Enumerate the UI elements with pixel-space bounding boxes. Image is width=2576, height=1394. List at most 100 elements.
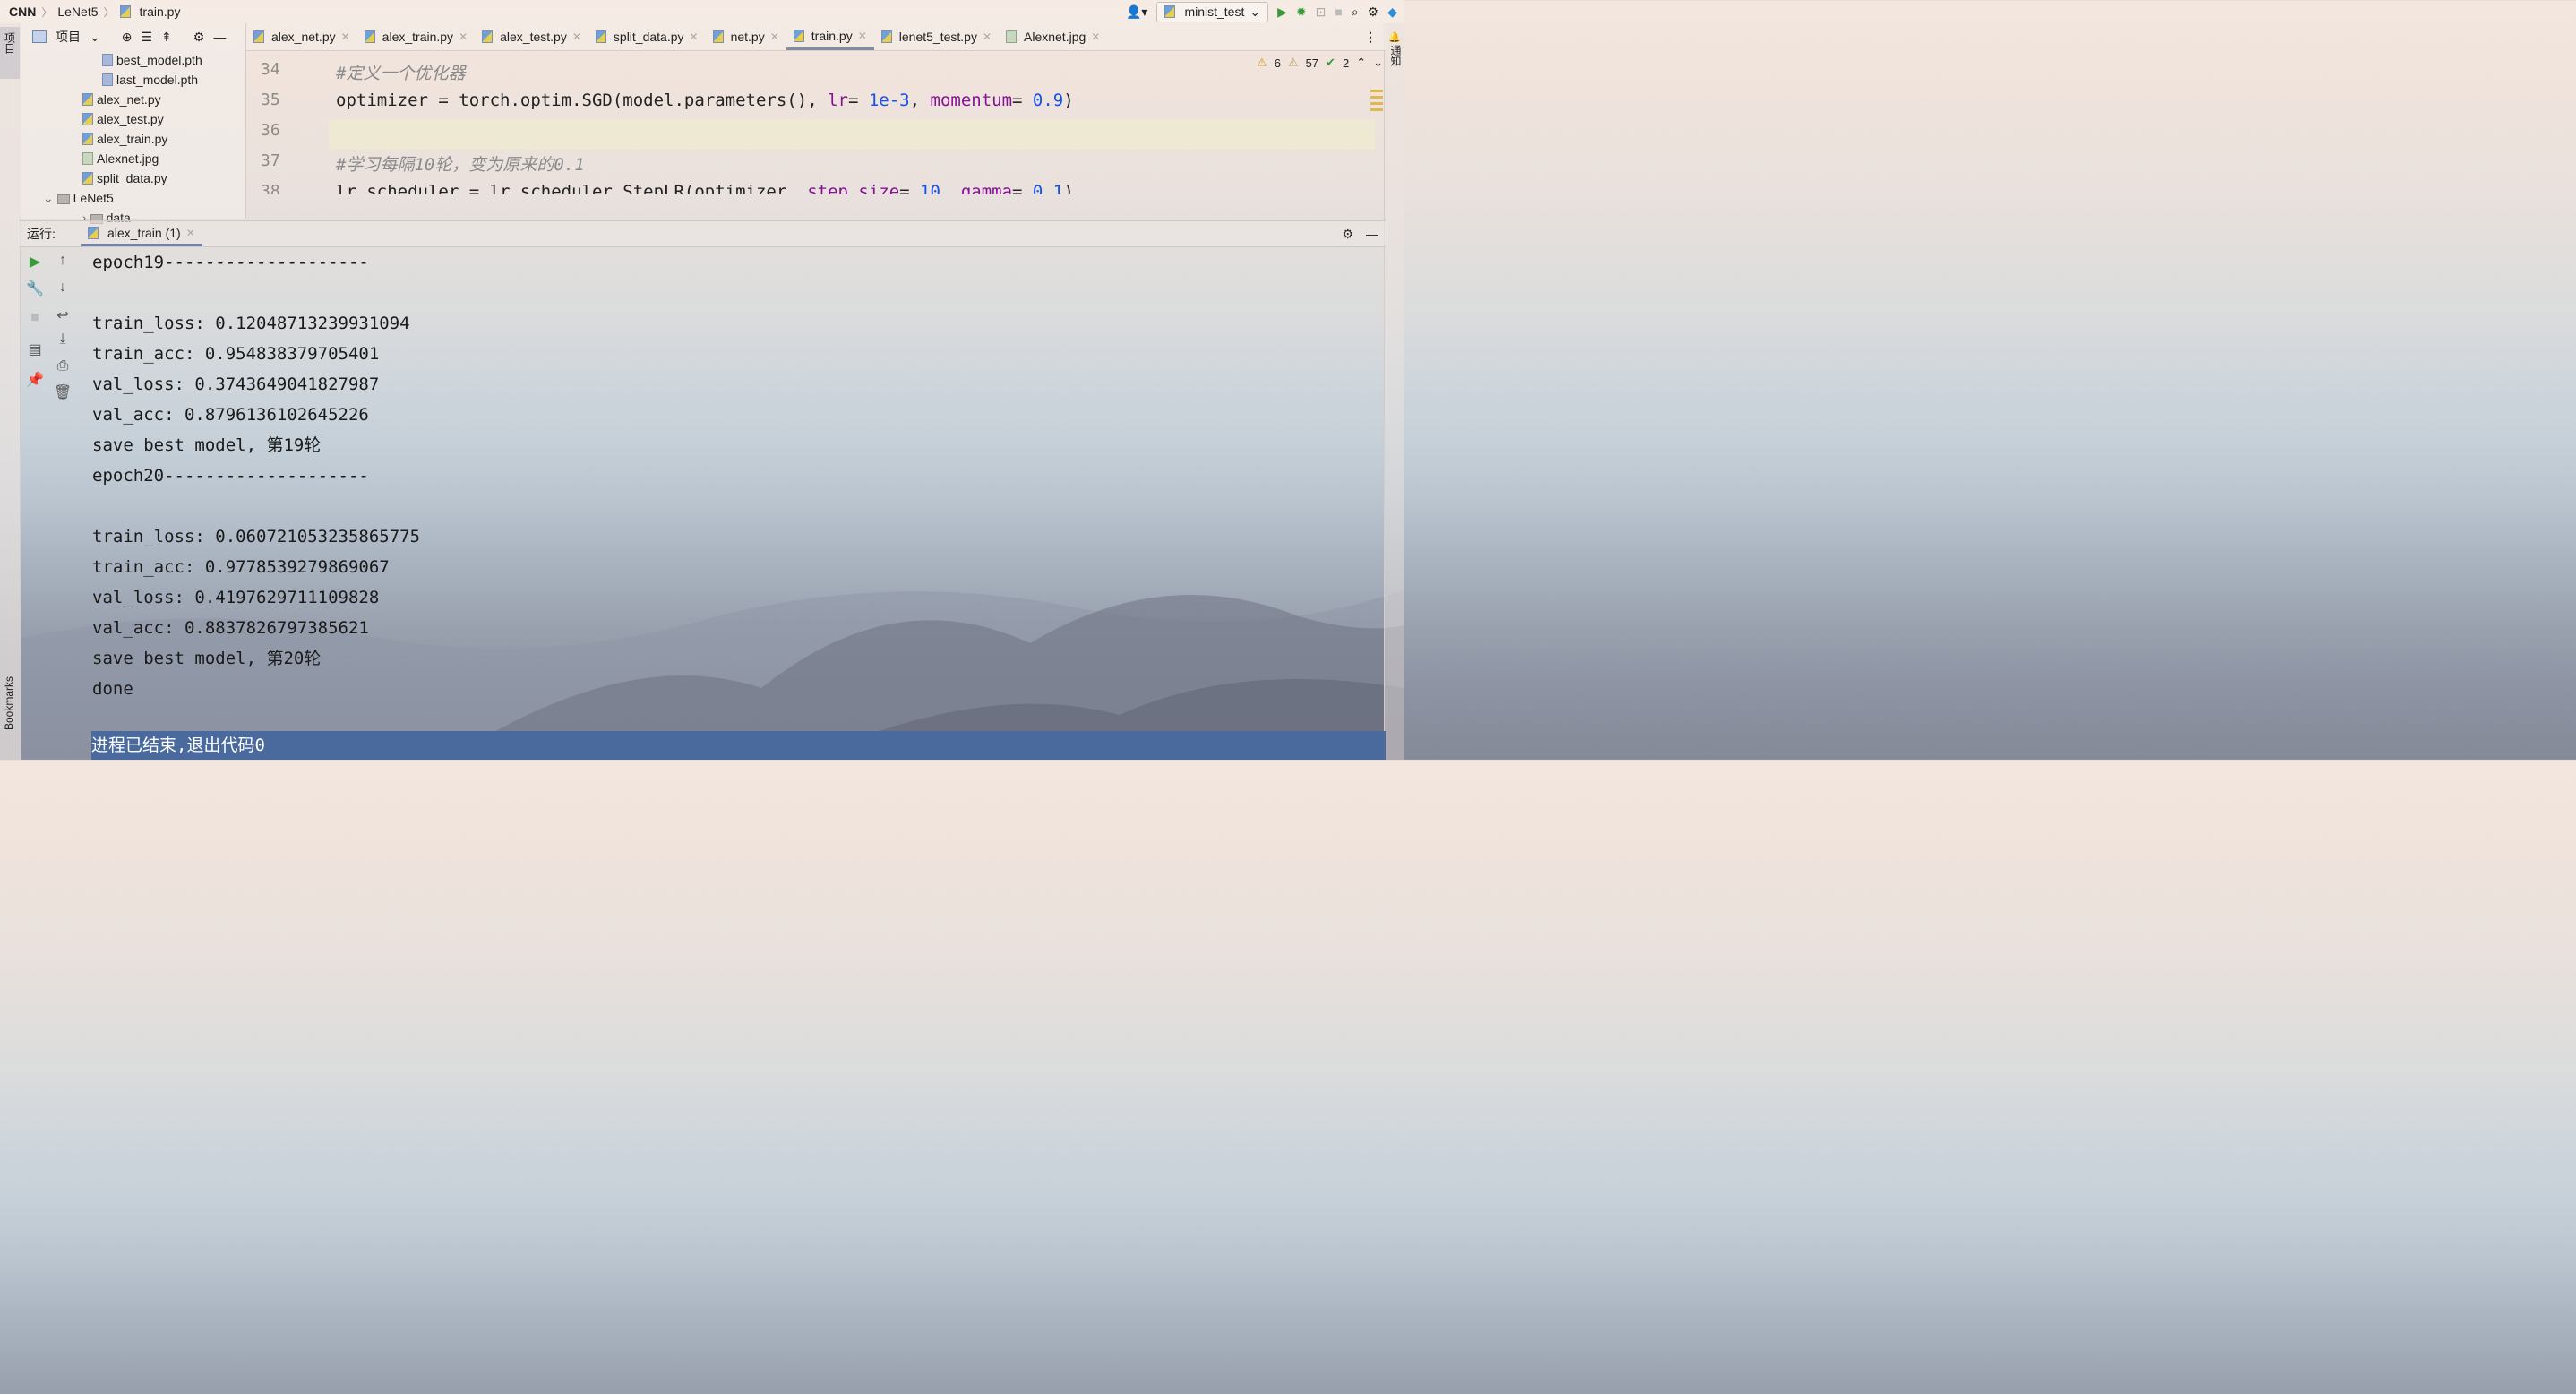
tree-item[interactable]: ⌄ LeNet5: [20, 188, 245, 208]
file-icon: [102, 73, 113, 86]
tree-item[interactable]: last_model.pth: [20, 70, 245, 90]
run-tab[interactable]: alex_train (1) ✕: [81, 221, 202, 246]
editor-tab[interactable]: Alexnet.jpg ✕: [999, 23, 1107, 50]
python-file-icon: [253, 30, 264, 43]
project-tool-tab[interactable]: 项目: [0, 27, 20, 79]
breadcrumb: CNN 〉 LeNet5 〉 train.py: [0, 4, 180, 20]
python-file-icon: [1164, 5, 1176, 18]
console-line: val_acc: 0.8796136102645226: [92, 405, 369, 425]
tree-item[interactable]: alex_train.py: [20, 129, 245, 149]
run-config-selector[interactable]: minist_test ⌄: [1156, 1, 1269, 22]
close-icon[interactable]: ✕: [858, 30, 867, 42]
close-icon[interactable]: ✕: [186, 227, 195, 239]
stop-icon[interactable]: ■: [30, 310, 39, 340]
console-line: train_loss: 0.12048713239931094: [92, 314, 410, 333]
code-line[interactable]: lr_scheduler = lr_scheduler.StepLR(optim…: [336, 182, 1074, 194]
tree-item[interactable]: alex_net.py: [20, 90, 245, 109]
python-file-icon: [482, 30, 494, 43]
editor-tab[interactable]: alex_net.py ✕: [246, 23, 357, 50]
file-icon: [102, 54, 113, 66]
coverage-icon[interactable]: ⊡: [1316, 4, 1327, 20]
more-tabs-icon[interactable]: ⋮: [1364, 30, 1386, 45]
expand-all-icon[interactable]: ☰: [141, 30, 152, 45]
close-icon[interactable]: ✕: [459, 30, 468, 43]
editor-tab-label: alex_test.py: [500, 30, 567, 44]
bookmarks-tool-tab[interactable]: Bookmarks: [3, 676, 15, 735]
console-output[interactable]: epoch19-------------------- train_loss: 0…: [92, 247, 420, 704]
editor-tab[interactable]: lenet5_test.py ✕: [874, 23, 999, 50]
tree-item-label: split_data.py: [97, 171, 167, 185]
image-file-icon: [1006, 30, 1017, 43]
project-panel: 项目 ⌄ ⊕ ☰ ⇞ ⚙ — best_model.pth last_model.…: [20, 23, 246, 225]
close-icon[interactable]: ✕: [770, 30, 779, 43]
image-file-icon: [82, 152, 93, 165]
close-icon[interactable]: ✕: [690, 30, 699, 43]
plugin-icon[interactable]: ◆: [1387, 4, 1397, 20]
user-icon[interactable]: 👤▾: [1126, 4, 1147, 20]
code-line[interactable]: optimizer = torch.optim.SGD(model.parame…: [336, 90, 1074, 110]
current-line-highlight: [329, 119, 1375, 150]
line-number: 34: [261, 60, 280, 79]
project-panel-icon: [32, 30, 47, 43]
chevron-down-icon[interactable]: ⌄: [43, 191, 57, 205]
pin-icon[interactable]: 📌: [26, 371, 44, 401]
run-icon[interactable]: ▶: [1277, 4, 1287, 20]
editor-tab-bar: alex_net.py ✕ alex_train.py ✕ alex_test.py ✕ s…: [246, 23, 1386, 51]
soft-wrap-icon[interactable]: ↩: [56, 306, 68, 331]
line-number: 35: [261, 90, 280, 109]
code-line[interactable]: #定义一个优化器: [336, 60, 465, 84]
console-line: save best model, 第20轮: [92, 649, 322, 668]
python-file-icon: [880, 30, 892, 43]
stop-icon[interactable]: ■: [1335, 4, 1342, 19]
breadcrumb-file[interactable]: train.py: [140, 4, 181, 19]
close-icon[interactable]: ✕: [341, 30, 350, 43]
breadcrumb-project[interactable]: CNN: [9, 4, 36, 19]
notifications-tool-tab-label: 通知: [1389, 45, 1402, 66]
trash-icon[interactable]: 🗑: [54, 383, 72, 410]
hide-icon[interactable]: —: [1366, 227, 1378, 242]
navigation-bar: CNN 〉 LeNet5 〉 train.py 👤▾ minist_test ⌄…: [0, 0, 1404, 23]
console-line: train_acc: 0.954838379705401: [92, 344, 380, 364]
editor-tab[interactable]: alex_test.py ✕: [475, 23, 588, 50]
run-panel-header: 运行: alex_train (1) ✕ ⚙ —: [20, 220, 1386, 247]
code-line[interactable]: #学习每隔10轮，变为原来的0.1: [336, 151, 585, 176]
editor-tab[interactable]: net.py ✕: [706, 23, 786, 50]
tree-item[interactable]: split_data.py: [20, 168, 245, 188]
code-editor[interactable]: 34 #定义一个优化器 35 optimizer = torch.optim.SGD(…: [246, 51, 1375, 194]
gear-icon[interactable]: ⚙: [1342, 227, 1353, 242]
print-icon[interactable]: ⎙: [57, 358, 69, 383]
arrow-up-icon[interactable]: ↑: [59, 253, 66, 280]
rerun-icon[interactable]: ▶: [30, 253, 40, 280]
close-icon[interactable]: ✕: [572, 30, 581, 43]
notifications-tool-tab[interactable]: 🔔 通知: [1388, 29, 1404, 71]
collapse-all-icon[interactable]: ⇞: [161, 30, 172, 45]
editor-tab[interactable]: alex_train.py ✕: [357, 23, 475, 50]
editor-tab[interactable]: train.py ✕: [786, 23, 874, 50]
arrow-down-icon[interactable]: ↓: [59, 280, 66, 306]
wrench-icon[interactable]: 🔧: [26, 280, 44, 310]
layout-icon[interactable]: ▤: [28, 340, 41, 371]
gear-icon[interactable]: ⚙: [193, 30, 205, 45]
run-tab-label: alex_train (1): [107, 225, 181, 240]
editor-tab-label: train.py: [811, 28, 853, 43]
close-icon[interactable]: ✕: [1091, 30, 1100, 43]
chevron-down-icon[interactable]: ⌄: [90, 30, 100, 45]
breadcrumb-folder[interactable]: LeNet5: [57, 4, 98, 19]
tree-item[interactable]: Alexnet.jpg: [20, 149, 245, 168]
debug-icon[interactable]: ✹: [1296, 4, 1307, 20]
editor-tab[interactable]: split_data.py ✕: [588, 23, 706, 50]
python-file-icon: [88, 226, 99, 239]
scroll-to-end-icon[interactable]: ⤓: [59, 331, 65, 358]
close-icon[interactable]: ✕: [983, 30, 992, 43]
search-icon[interactable]: ⌕: [1352, 4, 1359, 20]
tree-item[interactable]: alex_test.py: [20, 109, 245, 129]
locate-icon[interactable]: ⊕: [122, 30, 133, 45]
hide-icon[interactable]: —: [213, 30, 226, 44]
python-file-icon: [82, 93, 93, 106]
tree-item[interactable]: best_model.pth: [20, 50, 245, 70]
run-toolbar-left: ▶ 🔧 ■ ▤ 📌: [21, 253, 48, 401]
project-panel-title[interactable]: 项目: [56, 28, 81, 46]
editor-tab-label: split_data.py: [613, 30, 684, 44]
gear-icon[interactable]: ⚙: [1368, 4, 1379, 20]
